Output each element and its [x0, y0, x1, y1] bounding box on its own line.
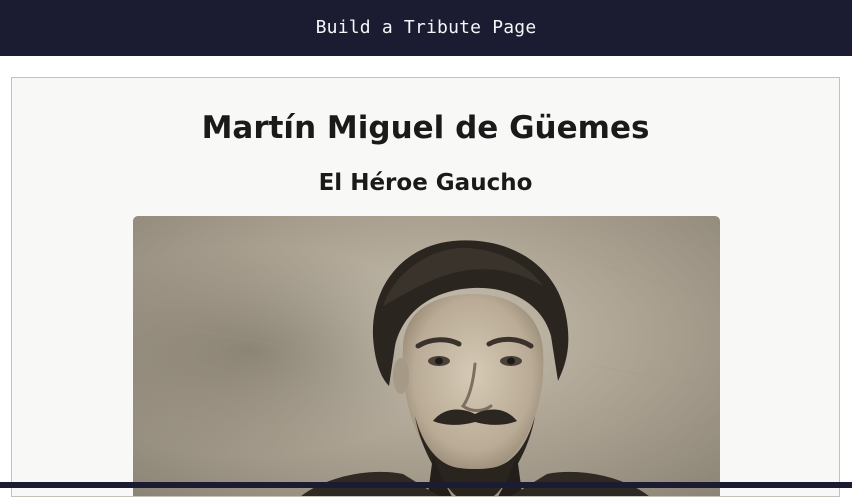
- tribute-image: [133, 216, 720, 496]
- header-bar: Build a Tribute Page: [0, 0, 852, 56]
- tribute-preview[interactable]: Martín Miguel de Güemes El Héroe Gaucho: [11, 77, 840, 497]
- tribute-title: Martín Miguel de Güemes: [201, 110, 650, 146]
- tribute-subtitle: El Héroe Gaucho: [318, 170, 533, 196]
- bottom-scroll-edge: [0, 482, 852, 488]
- header-title: Build a Tribute Page: [315, 16, 537, 38]
